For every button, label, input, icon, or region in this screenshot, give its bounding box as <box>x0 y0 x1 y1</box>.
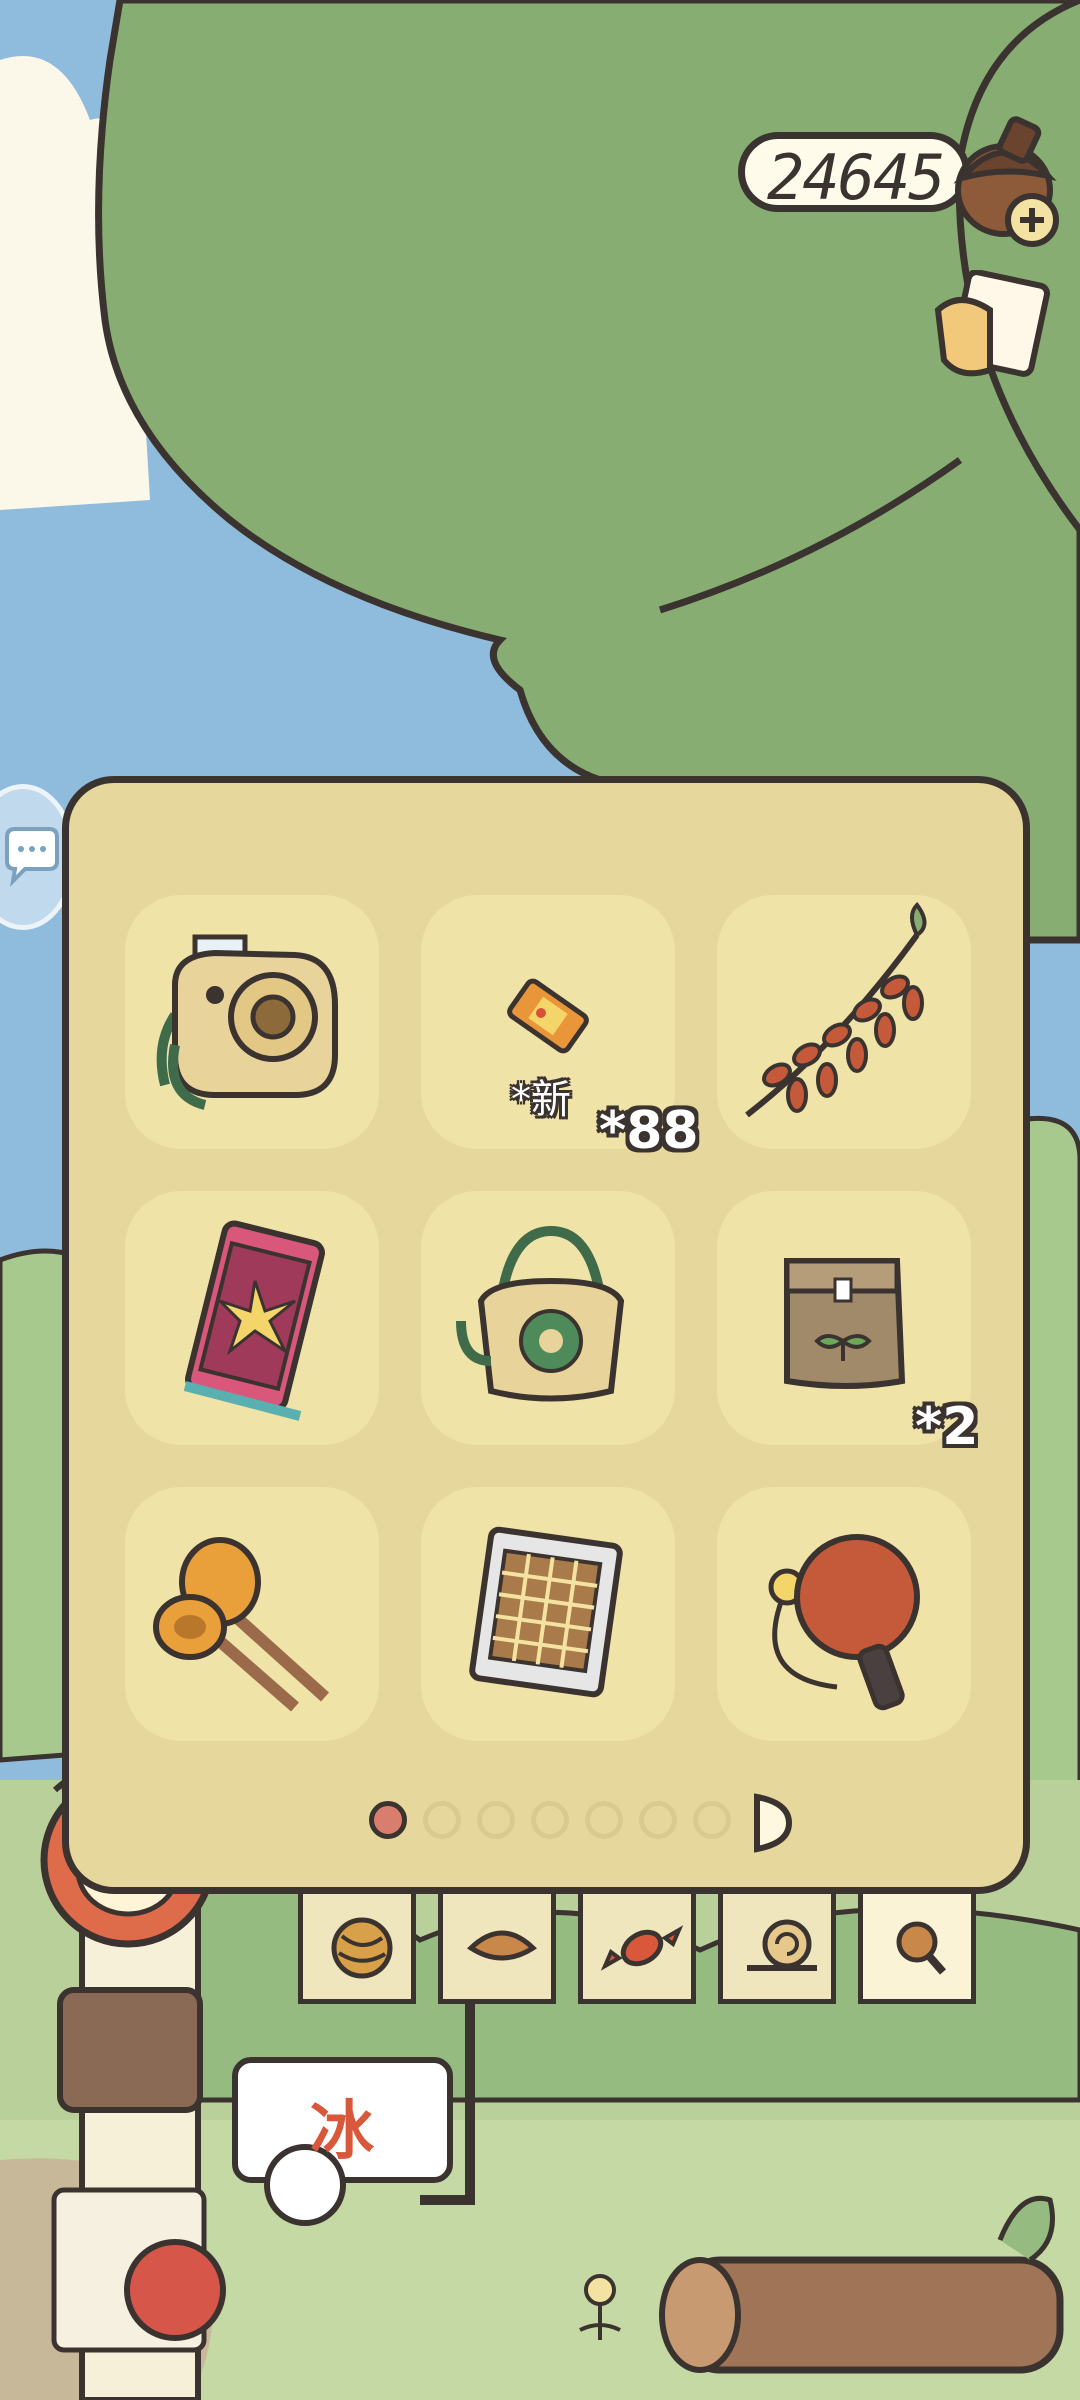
tote-bag-icon <box>456 1225 625 1402</box>
puzzle-box-icon <box>469 1526 623 1698</box>
yarn-ball-icon <box>331 1917 393 1979</box>
page-dot-4[interactable] <box>531 1801 569 1839</box>
cart-sign: 冰 <box>310 2095 374 2169</box>
new-item-label: *新 <box>511 1077 571 1123</box>
lunch-box-icon <box>466 1930 538 1961</box>
instant-camera-icon <box>156 934 338 1110</box>
inventory-slot-7[interactable] <box>125 1487 379 1741</box>
inventory-slot-8[interactable] <box>421 1487 675 1741</box>
tab-snail[interactable] <box>718 1894 836 2004</box>
tab-search[interactable] <box>858 1894 976 2004</box>
acorn-icon[interactable] <box>944 108 1074 248</box>
tab-yarn[interactable] <box>298 1894 416 2004</box>
inventory-slot-3[interactable] <box>717 895 971 1149</box>
next-page-arrow-icon[interactable] <box>749 1793 795 1853</box>
page-dot-2[interactable] <box>423 1801 461 1839</box>
page-dot-3[interactable] <box>477 1801 515 1839</box>
page-dot-6[interactable] <box>639 1801 677 1839</box>
inventory-slot-5[interactable] <box>421 1191 675 1445</box>
ping-pong-paddle-icon <box>768 1534 920 1711</box>
inventory-slot-4[interactable] <box>125 1191 379 1445</box>
tab-candy[interactable] <box>578 1894 696 2004</box>
dried-chili-branch-icon <box>745 901 927 1118</box>
currency-amount: 24645 <box>767 141 946 214</box>
inventory-slot-1[interactable] <box>125 895 379 1149</box>
firework-box-icon <box>183 1220 325 1421</box>
candy-icon <box>600 1925 684 1971</box>
snail-icon <box>747 1919 817 1971</box>
inventory-panel: *新 *88 *2 <box>62 776 1030 1894</box>
page-dot-5[interactable] <box>585 1801 623 1839</box>
item-quantity-badge: *2 <box>915 1397 979 1457</box>
page-dot-1[interactable] <box>369 1801 407 1839</box>
item-quantity-badge: *88 <box>599 1101 699 1161</box>
letter-icon[interactable] <box>930 270 1060 390</box>
tab-lunch[interactable] <box>438 1894 556 2004</box>
page-dot-7[interactable] <box>693 1801 731 1839</box>
inventory-slot-9[interactable] <box>717 1487 971 1741</box>
magnifier-icon <box>896 1921 947 1975</box>
chat-bubble-icon <box>5 827 59 887</box>
maracas-icon <box>153 1537 330 1712</box>
acorn-currency-counter[interactable]: 24645 <box>738 132 970 214</box>
